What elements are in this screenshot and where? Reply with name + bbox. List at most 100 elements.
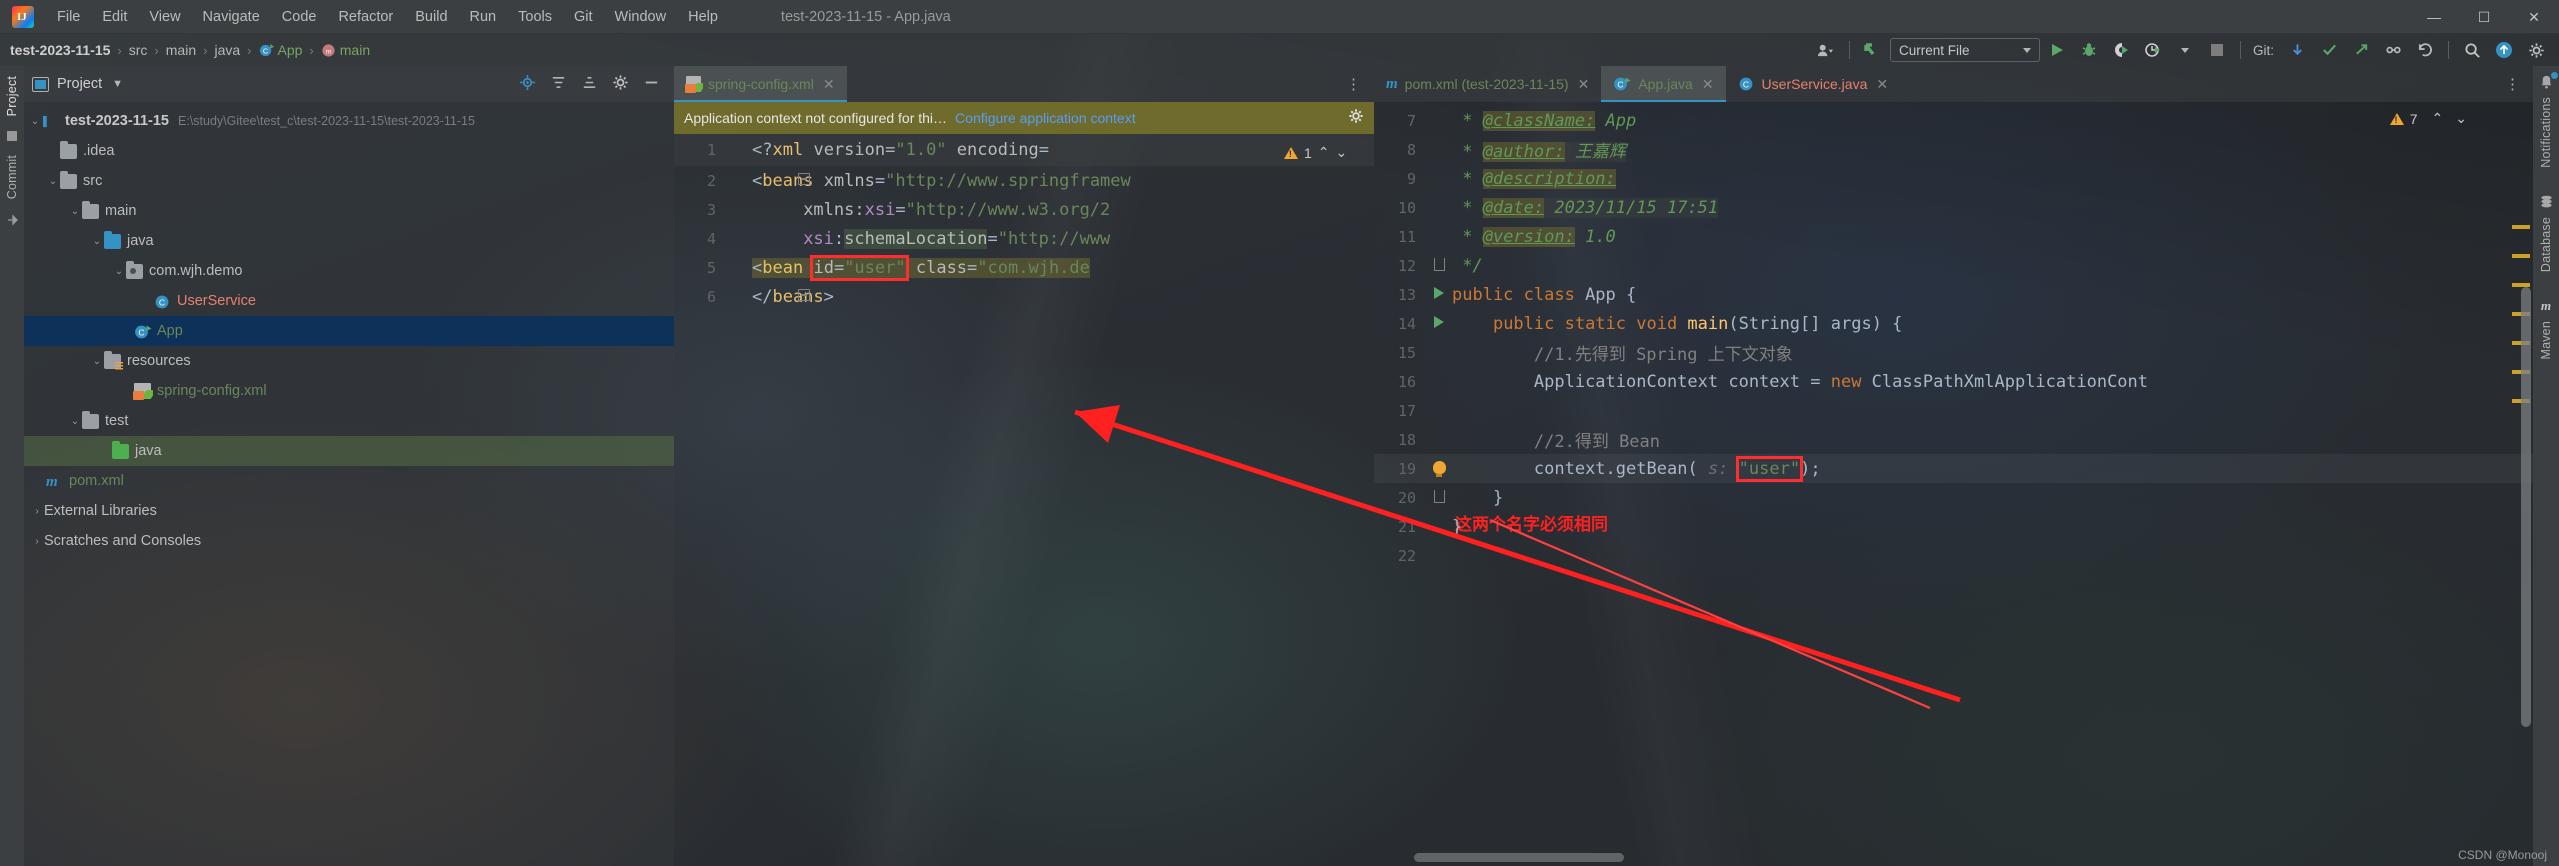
menu-help[interactable]: Help — [677, 5, 729, 29]
menu-run[interactable]: Run — [459, 5, 508, 29]
hide-icon[interactable] — [643, 74, 660, 94]
breadcrumb-item-main-method[interactable]: main — [340, 42, 370, 58]
chevron-right-icon[interactable]: › — [30, 506, 44, 517]
intention-bulb-icon[interactable] — [1426, 460, 1452, 477]
breadcrumb-item-project[interactable]: test-2023-11-15 — [10, 42, 110, 58]
menu-refactor[interactable]: Refactor — [327, 5, 404, 29]
sidebar-item-database[interactable]: Database — [2539, 194, 2554, 272]
run-play-icon[interactable] — [2042, 37, 2072, 63]
menu-edit[interactable]: Edit — [91, 5, 138, 29]
tree-node-app[interactable]: C App — [24, 316, 674, 346]
gear-icon[interactable] — [2521, 37, 2551, 63]
collapse-all-icon[interactable] — [581, 74, 598, 94]
sidebar-item-maven[interactable]: m Maven — [2538, 298, 2554, 359]
more-vertical-icon[interactable]: ⋮ — [2493, 66, 2533, 102]
update-arrow-icon[interactable] — [1858, 37, 1888, 63]
chevron-down-icon[interactable]: ⌄ — [90, 236, 104, 247]
tree-node-scratches[interactable]: › Scratches and Consoles — [24, 526, 674, 556]
sidebar-item-project[interactable]: Project — [5, 76, 19, 116]
chevron-up-icon[interactable]: ⌃ — [1318, 144, 1330, 161]
git-history-icon[interactable] — [2378, 37, 2408, 63]
xml-horizontal-scrollbar[interactable] — [1414, 853, 1624, 862]
gear-icon[interactable] — [612, 74, 629, 94]
close-icon[interactable]: ✕ — [1876, 76, 1888, 93]
chevron-up-icon[interactable]: ⌃ — [2432, 110, 2444, 127]
run-with-coverage-icon[interactable] — [2106, 37, 2136, 63]
fold-marker[interactable] — [726, 159, 811, 202]
menu-navigate[interactable]: Navigate — [192, 5, 271, 29]
run-gutter-icon[interactable] — [1426, 287, 1452, 302]
tree-node-idea[interactable]: • .idea — [24, 136, 674, 166]
close-button[interactable]: ✕ — [2509, 0, 2559, 34]
git-update-icon[interactable] — [2282, 37, 2312, 63]
more-vertical-icon[interactable]: ⋮ — [1334, 66, 1374, 102]
gear-icon[interactable] — [1348, 108, 1364, 128]
breadcrumb-item-java[interactable]: java — [214, 42, 240, 58]
locate-icon[interactable] — [519, 74, 536, 94]
tab-pom-xml[interactable]: m pom.xml (test-2023-11-15) ✕ — [1374, 66, 1601, 102]
menu-window[interactable]: Window — [604, 5, 678, 29]
tree-node-root[interactable]: ⌄ test-2023-11-15 E:\study\Gitee\test_c\… — [24, 106, 674, 136]
configure-application-context-link[interactable]: Configure application context — [955, 110, 1136, 126]
git-commit-check-icon[interactable] — [2314, 37, 2344, 63]
tree-node-package[interactable]: ⌄ com.wjh.demo — [24, 256, 674, 286]
structure-icon[interactable] — [6, 130, 18, 145]
debug-bug-icon[interactable] — [2074, 37, 2104, 63]
tree-node-java-source[interactable]: ⌄ java — [24, 226, 674, 256]
menu-tools[interactable]: Tools — [507, 5, 563, 29]
profiler-icon[interactable] — [2138, 37, 2168, 63]
tree-node-spring-config[interactable]: spring-config.xml — [24, 376, 674, 406]
run-gutter-icon[interactable] — [1426, 316, 1452, 331]
fold-marker[interactable] — [726, 275, 811, 318]
chevron-down-icon[interactable]: ⌄ — [90, 356, 104, 367]
tab-app-java[interactable]: C App.java ✕ — [1601, 66, 1726, 102]
run-configuration-selector[interactable]: Current File — [1889, 38, 2040, 62]
undo-icon[interactable] — [2410, 37, 2440, 63]
java-code-area[interactable]: 7 * @className: App 8 * @author: 王嘉辉 9 *… — [1374, 102, 2533, 570]
chevron-down-icon[interactable]: ⌄ — [68, 206, 82, 217]
fold-marker[interactable] — [1426, 489, 1452, 506]
chevron-down-icon[interactable]: ⌄ — [28, 116, 42, 127]
minimize-button[interactable]: — — [2409, 0, 2459, 34]
tree-node-userservice[interactable]: C UserService — [24, 286, 674, 316]
menu-code[interactable]: Code — [271, 5, 328, 29]
close-icon[interactable]: ✕ — [823, 76, 835, 93]
sidebar-item-commit[interactable]: Commit — [5, 155, 19, 199]
git-push-icon[interactable] — [2346, 37, 2376, 63]
tree-node-external-libraries[interactable]: › External Libraries — [24, 496, 674, 526]
tree-node-test[interactable]: ⌄ test — [24, 406, 674, 436]
maximize-button[interactable]: ☐ — [2459, 0, 2509, 34]
fold-marker[interactable] — [1426, 257, 1452, 274]
xml-inspection-widget[interactable]: 1 ⌃ ⌄ — [1284, 144, 1347, 161]
tree-node-pom[interactable]: m pom.xml — [24, 466, 674, 496]
search-icon[interactable] — [2457, 37, 2487, 63]
sidebar-item-notifications[interactable]: Notifications — [2539, 72, 2558, 168]
breadcrumb-item-src[interactable]: src — [129, 42, 148, 58]
chevron-down-icon[interactable]: ⌄ — [1336, 144, 1348, 161]
java-marker-bar[interactable] — [2511, 102, 2533, 866]
java-vertical-scrollbar[interactable] — [2521, 287, 2531, 727]
menu-build[interactable]: Build — [404, 5, 458, 29]
menu-file[interactable]: File — [46, 5, 91, 29]
tab-spring-config-xml[interactable]: spring-config.xml ✕ — [674, 66, 847, 102]
chevron-down-icon[interactable]: ⌄ — [112, 266, 126, 277]
bookmark-icon[interactable] — [6, 214, 18, 229]
breadcrumb-item-app[interactable]: App — [278, 42, 303, 58]
close-icon[interactable]: ✕ — [1578, 76, 1590, 93]
chevron-down-icon[interactable]: ⌄ — [68, 416, 82, 427]
tab-userservice-java[interactable]: C UserService.java ✕ — [1726, 66, 1901, 102]
chevron-right-icon[interactable]: › — [30, 536, 44, 547]
tree-node-resources[interactable]: ⌄ resources — [24, 346, 674, 376]
menu-view[interactable]: View — [138, 5, 191, 29]
xml-code-area[interactable]: 1 <?xml version="1.0" encoding= 2 <beans… — [674, 134, 1374, 311]
tree-node-src[interactable]: ⌄ src — [24, 166, 674, 196]
tree-node-main[interactable]: ⌄ main — [24, 196, 674, 226]
menu-git[interactable]: Git — [563, 5, 604, 29]
upload-icon[interactable] — [2489, 37, 2519, 63]
java-inspection-widget[interactable]: 7 ⌃ ⌄ — [2389, 110, 2467, 127]
profiler-dropdown-icon[interactable] — [2170, 37, 2200, 63]
close-icon[interactable]: ✕ — [1702, 76, 1714, 93]
tree-node-test-java[interactable]: java — [24, 436, 674, 466]
chevron-down-icon[interactable]: ⌄ — [46, 176, 60, 187]
chevron-down-icon[interactable]: ⌄ — [2455, 110, 2467, 127]
